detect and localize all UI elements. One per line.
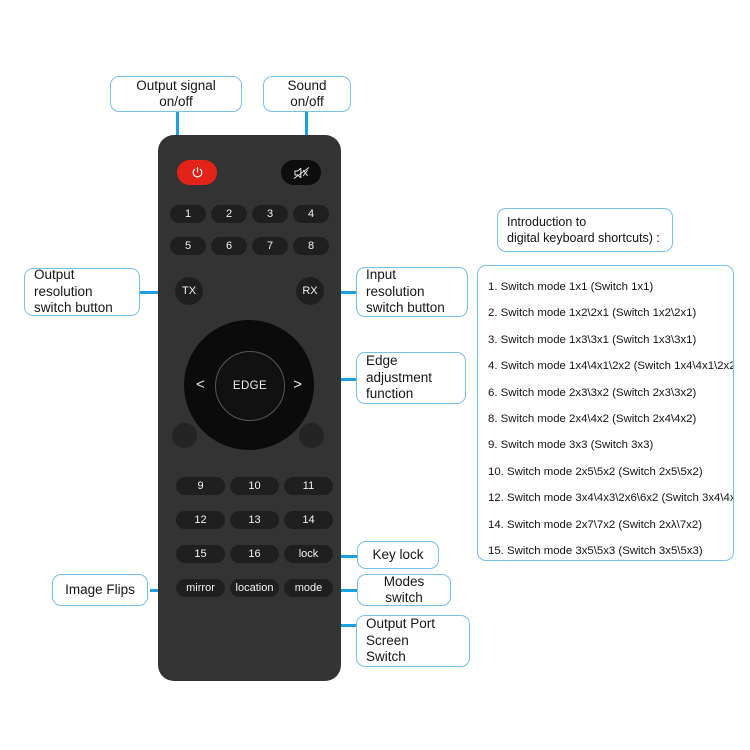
list-item: 12. Switch mode 3x4\4x3\2x6\6x2 (Switch … [488,492,734,505]
list-item: 1. Switch mode 1x1 (Switch 1x1) [488,281,654,293]
intro-callout: Introduction to digital keyboard shortcu… [497,208,673,252]
dpad-center-edge-button[interactable]: EDGE [215,351,285,421]
shortcuts-list-panel: 1. Switch mode 1x1 (Switch 1x1) 2. Switc… [477,265,734,561]
power-icon [192,167,202,178]
callout-output-signal[interactable]: Output signal on/off [110,76,242,112]
key-mode[interactable]: mode [284,579,333,597]
list-item: 2. Switch mode 1x2\2x1 (Switch 1x2\2x1) [488,307,697,320]
dpad[interactable]: < > EDGE [184,320,314,450]
dpad-left-arrow-icon[interactable]: < [196,376,205,393]
dpad-right-arrow-icon[interactable]: > [293,376,302,393]
number-row-2: 5 6 7 8 [170,237,329,255]
key-9[interactable]: 9 [176,477,225,495]
key-4[interactable]: 4 [293,205,329,223]
key-8[interactable]: 8 [293,237,329,255]
aux-button-left[interactable] [172,423,197,448]
key-1[interactable]: 1 [170,205,206,223]
callout-output-port-screen[interactable]: Output Port Screen Switch [356,615,470,667]
function-row: mirror location mode [176,579,333,597]
mute-button[interactable] [281,160,321,185]
callout-modes-switch[interactable]: Modes switch [357,574,451,606]
key-3[interactable]: 3 [252,205,288,223]
list-item: 15. Switch mode 3x5\5x3 (Switch 3x5\5x3) [488,544,703,557]
key-mirror[interactable]: mirror [176,579,225,597]
key-13[interactable]: 13 [230,511,279,529]
list-item: 6. Switch mode 2x3\3x2 (Switch 2x3\3x2) [488,386,697,399]
callout-key-lock[interactable]: Key lock [357,541,439,569]
key-12[interactable]: 12 [176,511,225,529]
key-7[interactable]: 7 [252,237,288,255]
key-14[interactable]: 14 [284,511,333,529]
diagram-canvas: Output signal on/off Sound on/off Output… [0,0,750,750]
key-6[interactable]: 6 [211,237,247,255]
list-item: 3. Switch mode 1x3\3x1 (Switch 1x3\3x1) [488,333,697,346]
list-item: 14. Switch mode 2x7\7x2 (Switch 2xλ\7x2) [488,518,702,531]
number-row-5: 15 16 lock [176,545,333,563]
key-2[interactable]: 2 [211,205,247,223]
power-button[interactable] [177,160,217,185]
key-15[interactable]: 15 [176,545,225,563]
key-5[interactable]: 5 [170,237,206,255]
aux-button-right[interactable] [299,423,324,448]
mute-speaker-icon [293,166,309,179]
key-16[interactable]: 16 [230,545,279,563]
intro-line-2: digital keyboard shortcuts) : [507,231,660,245]
number-row-3: 9 10 11 [176,477,333,495]
intro-line-1: Introduction to [507,215,587,229]
callout-output-resolution[interactable]: Output resolution switch button [24,267,140,316]
list-item: 8. Switch mode 2x4\4x2 (Switch 2x4\4x2) [488,412,697,425]
key-location[interactable]: location [230,579,279,597]
callout-input-resolution[interactable]: Input resolution switch button [356,267,468,317]
callout-edge-adjustment[interactable]: Edge adjustment function [356,352,466,404]
callout-sound[interactable]: Sound on/off [263,76,351,112]
number-row-1: 1 2 3 4 [170,205,329,223]
rx-button[interactable]: RX [296,277,324,305]
number-row-4: 12 13 14 [176,511,333,529]
key-10[interactable]: 10 [230,477,279,495]
remote-control-body: 1 2 3 4 5 6 7 8 TX RX < > EDGE 9 10 11 1… [158,135,341,681]
list-item: 10. Switch mode 2x5\5x2 (Switch 2x5\5x2) [488,465,703,478]
key-11[interactable]: 11 [284,477,333,495]
key-lock[interactable]: lock [284,545,333,563]
list-item: 9. Switch mode 3x3 (Switch 3x3) [488,439,654,452]
tx-button[interactable]: TX [175,277,203,305]
list-item: 4. Switch mode 1x4\4x1\2x2 (Switch 1x4\4… [488,360,734,373]
callout-image-flips[interactable]: Image Flips [52,574,148,606]
